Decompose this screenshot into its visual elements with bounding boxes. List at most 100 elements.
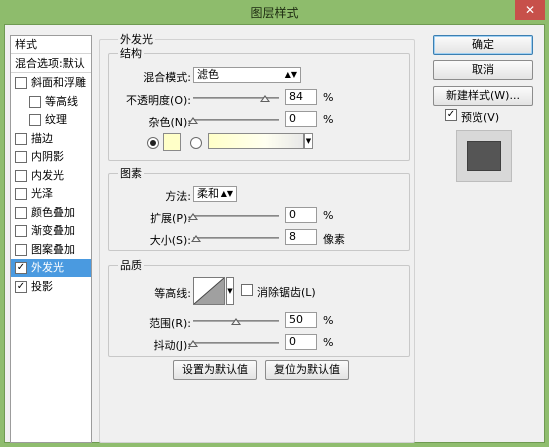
- style-item[interactable]: 颜色叠加: [11, 204, 91, 222]
- preview-thumbnail: [467, 141, 501, 171]
- antialias-label: 消除锯齿(L): [257, 286, 316, 299]
- style-item[interactable]: 描边: [11, 130, 91, 148]
- elements-title: 图素: [118, 165, 144, 181]
- style-checkbox[interactable]: [29, 114, 41, 126]
- contour-dropdown-icon[interactable]: ▼: [226, 277, 234, 305]
- structure-title: 结构: [118, 45, 144, 61]
- style-item-label: 图案叠加: [31, 242, 75, 256]
- opacity-input[interactable]: 84: [285, 89, 317, 105]
- jitter-slider-track[interactable]: [193, 342, 279, 344]
- dialog-body: 样式 混合选项:默认 斜面和浮雕 等高线 纹理 描边 内阴影 内发光 光泽 颜色叠加 渐变叠加图…: [4, 24, 545, 443]
- style-item[interactable]: 斜面和浮雕: [11, 74, 91, 92]
- spread-label: 扩展(P):: [150, 212, 191, 225]
- method-label: 方法:: [165, 190, 191, 203]
- spread-unit: %: [323, 209, 334, 222]
- style-checkbox[interactable]: [15, 243, 27, 256]
- noise-slider-track[interactable]: [193, 119, 279, 121]
- checkmark-icon: ✓: [16, 262, 26, 273]
- noise-slider-thumb[interactable]: [188, 117, 198, 124]
- style-checkbox[interactable]: [15, 225, 27, 237]
- checkmark-icon: ✓: [446, 109, 456, 120]
- chevron-down-icon: ▲▼: [284, 70, 297, 79]
- style-checkbox[interactable]: ✓: [15, 280, 27, 293]
- size-slider-thumb[interactable]: [190, 235, 201, 242]
- gradient-dropdown-icon[interactable]: ▼: [304, 133, 313, 149]
- style-checkbox[interactable]: [15, 206, 27, 219]
- contour-curve-icon: [193, 277, 225, 305]
- style-item[interactable]: 内发光: [11, 167, 91, 185]
- style-item[interactable]: 光泽: [11, 185, 91, 203]
- reset-default-button[interactable]: 复位为默认值: [265, 360, 349, 380]
- jitter-unit: %: [323, 336, 334, 349]
- size-slider-track[interactable]: [193, 237, 279, 239]
- size-input[interactable]: 8: [285, 229, 317, 245]
- range-unit: %: [323, 314, 334, 327]
- blend-mode-value: 滤色: [197, 68, 219, 81]
- style-checkbox[interactable]: ✓: [15, 262, 27, 274]
- opacity-slider-thumb[interactable]: [260, 95, 271, 102]
- method-select[interactable]: 柔和 ▲▼: [193, 186, 237, 202]
- checkmark-icon: ✓: [16, 280, 26, 292]
- style-item[interactable]: 纹理: [11, 111, 91, 129]
- contour-picker[interactable]: [193, 277, 225, 305]
- style-item-label: 外发光: [31, 261, 64, 274]
- gradient-radio[interactable]: [190, 137, 202, 149]
- style-checkbox[interactable]: [15, 188, 27, 200]
- spread-slider-thumb[interactable]: [188, 213, 198, 220]
- gradient-preview[interactable]: [208, 133, 304, 149]
- jitter-input[interactable]: 0: [285, 334, 317, 350]
- style-item-label: 渐变叠加: [31, 224, 75, 237]
- glow-color-swatch[interactable]: [163, 133, 181, 151]
- style-checkbox[interactable]: [15, 77, 27, 89]
- styles-list: 样式 混合选项:默认 斜面和浮雕等高线纹理描边内阴影内发光光泽颜色叠加渐变叠加图…: [10, 35, 92, 443]
- style-item[interactable]: 渐变叠加: [11, 222, 91, 240]
- blend-mode-select[interactable]: 滤色 ▲▼: [193, 67, 301, 83]
- style-item-label: 斜面和浮雕: [31, 76, 86, 89]
- style-checkbox[interactable]: [15, 151, 27, 163]
- size-label: 大小(S):: [149, 234, 191, 247]
- cancel-button[interactable]: 取消: [433, 60, 533, 80]
- new-style-button[interactable]: 新建样式(W)...: [433, 86, 533, 106]
- style-item-label: 光泽: [31, 187, 53, 200]
- preview-checkbox[interactable]: ✓: [445, 109, 457, 121]
- solid-color-radio[interactable]: [147, 137, 159, 149]
- method-value: 柔和: [197, 187, 219, 200]
- style-item-label: 等高线: [45, 94, 78, 108]
- noise-unit: %: [323, 113, 334, 126]
- style-preview: [456, 130, 512, 182]
- style-item[interactable]: 等高线: [11, 93, 91, 111]
- jitter-label: 抖动(J):: [153, 339, 191, 352]
- style-item-label: 颜色叠加: [31, 205, 75, 219]
- style-item[interactable]: 图案叠加: [11, 241, 91, 259]
- style-item-label: 内发光: [31, 168, 64, 182]
- style-item-label: 内阴影: [31, 150, 64, 163]
- jitter-slider-thumb[interactable]: [188, 340, 198, 347]
- style-item-label: 投影: [31, 279, 53, 293]
- styles-header[interactable]: 样式: [11, 36, 91, 54]
- style-item[interactable]: 内阴影: [11, 148, 91, 166]
- contour-label: 等高线:: [154, 287, 191, 300]
- spread-input[interactable]: 0: [285, 207, 317, 223]
- style-checkbox[interactable]: [29, 95, 41, 108]
- spread-slider-track[interactable]: [193, 215, 279, 217]
- style-item[interactable]: ✓ 投影: [11, 278, 91, 296]
- antialias-checkbox[interactable]: [241, 284, 253, 296]
- set-default-button[interactable]: 设置为默认值: [173, 360, 257, 380]
- style-checkbox[interactable]: [15, 132, 27, 145]
- blend-options-item[interactable]: 混合选项:默认: [11, 55, 91, 73]
- ok-button[interactable]: 确定: [433, 35, 533, 55]
- style-checkbox[interactable]: [15, 169, 27, 182]
- quality-title: 品质: [118, 257, 144, 273]
- opacity-label: 不透明度(O):: [126, 94, 191, 107]
- close-button[interactable]: ✕: [515, 0, 545, 20]
- style-item[interactable]: ✓ 外发光: [11, 259, 91, 277]
- title-bar: 图层样式 ✕: [0, 0, 549, 24]
- blend-mode-label: 混合模式:: [143, 71, 191, 84]
- noise-label: 杂色(N):: [148, 116, 191, 129]
- range-input[interactable]: 50: [285, 312, 317, 328]
- style-item-label: 纹理: [45, 113, 67, 126]
- style-item-label: 描边: [31, 131, 53, 145]
- noise-input[interactable]: 0: [285, 111, 317, 127]
- range-slider-thumb[interactable]: [231, 318, 241, 325]
- window-title: 图层样式: [250, 6, 299, 20]
